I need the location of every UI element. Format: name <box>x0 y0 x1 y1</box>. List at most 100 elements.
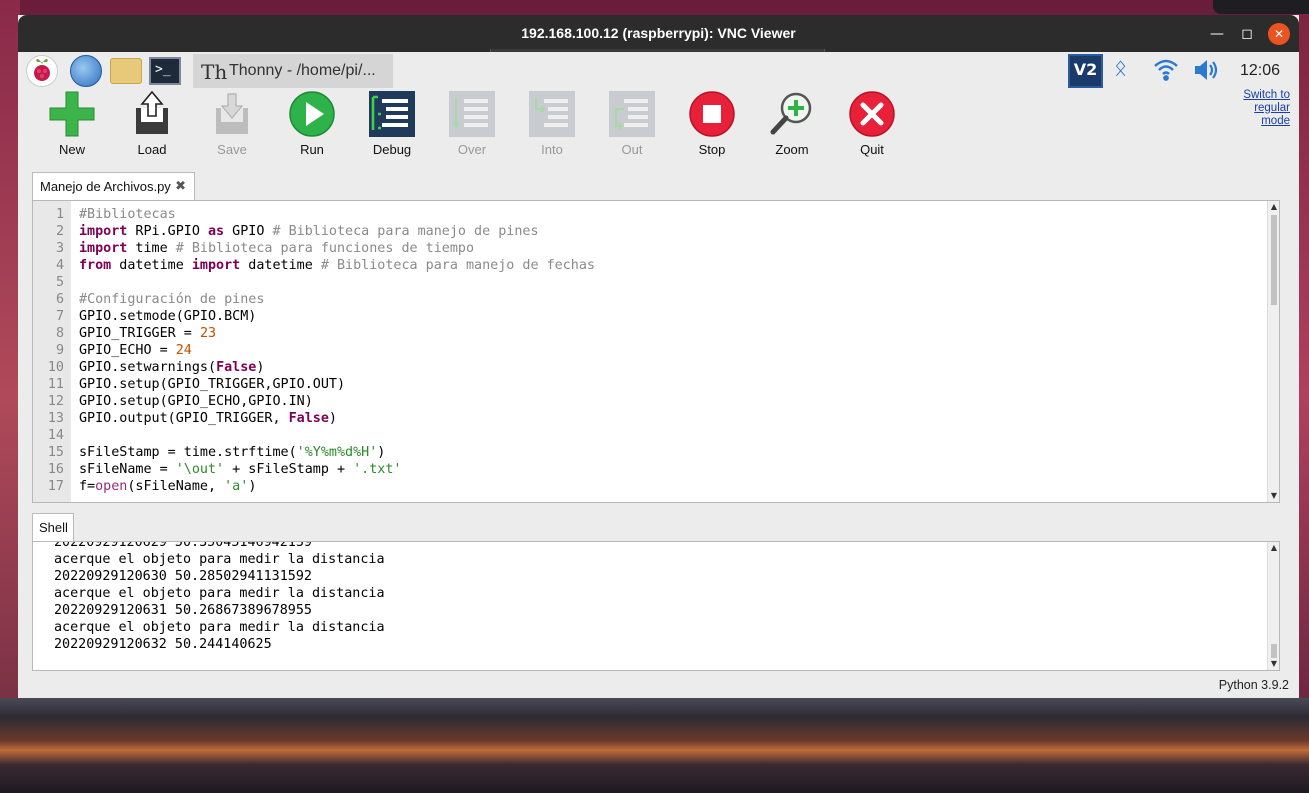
scroll-down-icon[interactable]: ▼ <box>1269 659 1279 669</box>
line-number: 1 <box>55 207 64 222</box>
line-number: 2 <box>55 224 64 239</box>
web-browser-icon[interactable] <box>70 55 102 87</box>
line-number: 15 <box>47 445 64 460</box>
editor-scrollbar[interactable]: ▲ ▼ <box>1267 201 1279 502</box>
stop-icon <box>689 91 735 137</box>
vnc-title-bar[interactable]: 192.168.100.12 (raspberrypi): VNC Viewer… <box>18 15 1299 53</box>
save-button[interactable]: Save <box>197 90 267 160</box>
code-text[interactable]: #Configuración de pines <box>79 291 264 308</box>
code-text[interactable]: GPIO.output(GPIO_TRIGGER, False) <box>79 410 337 427</box>
line-number: 8 <box>55 326 64 341</box>
code-text[interactable]: f=open(sFileName, 'a') <box>79 478 256 495</box>
new-file-icon <box>49 91 95 137</box>
line-number: 4 <box>55 258 64 273</box>
code-text[interactable]: #Bibliotecas <box>79 206 176 223</box>
line-number: 10 <box>47 360 64 375</box>
shell-output-line: acerque el objeto para medir la distanci… <box>54 552 385 567</box>
step-into-icon <box>529 91 575 137</box>
quit-icon <box>849 91 895 137</box>
load-file-icon <box>136 90 168 134</box>
line-number: 12 <box>47 394 64 409</box>
debug-button[interactable]: Debug <box>357 90 427 160</box>
taskbar-thonny-label: Thonny - /home/pi/... <box>229 62 376 79</box>
shell-output-line: 20220929120629 50.35045146942139 <box>54 541 312 550</box>
bluetooth-icon[interactable]: ᛟ <box>1114 56 1127 81</box>
shell-output-line: 20220929120631 50.26867389678955 <box>54 603 312 618</box>
interpreter-status[interactable]: Python 3.9.2 <box>1219 678 1289 692</box>
wifi-icon[interactable] <box>1152 55 1180 83</box>
shell-panel[interactable]: 20220929120629 50.35045146942139 acerque … <box>32 541 1280 671</box>
line-number: 16 <box>47 462 64 477</box>
debug-icon <box>369 91 415 137</box>
step-out-button[interactable]: Out <box>597 90 667 160</box>
file-manager-icon[interactable] <box>110 58 142 84</box>
load-button[interactable]: Load <box>117 90 187 160</box>
step-over-button[interactable]: Over <box>437 90 507 160</box>
line-number: 5 <box>55 275 64 290</box>
code-text[interactable]: GPIO_ECHO = 24 <box>79 342 192 359</box>
thonny-toolbar: New Load Save Run Debug Over Into Out St… <box>18 90 1299 175</box>
volume-icon[interactable] <box>1191 56 1221 84</box>
shell-tab[interactable]: Shell <box>32 513 74 541</box>
code-text[interactable]: GPIO.setwarnings(False) <box>79 359 264 376</box>
close-tab-icon[interactable]: ✖ <box>175 178 186 194</box>
code-text[interactable]: sFileName = '\out' + sFileStamp + '.txt' <box>79 461 402 478</box>
minimize-button[interactable]: — <box>1206 23 1228 45</box>
line-number: 14 <box>47 428 64 443</box>
maximize-button[interactable]: ◻ <box>1236 23 1258 45</box>
shell-output-line: 20220929120632 50.244140625 <box>54 637 272 652</box>
code-text[interactable]: sFileStamp = time.strftime('%Y%m%d%H') <box>79 444 385 461</box>
zoom-button[interactable]: Zoom <box>757 90 827 160</box>
shell-scrollbar-thumb[interactable] <box>1271 644 1277 658</box>
code-text[interactable]: GPIO.setmode(GPIO.BCM) <box>79 308 256 325</box>
pi-taskbar: >_ Th Thonny - /home/pi/... V2 ᛟ 12:06 <box>18 52 1299 90</box>
code-editor[interactable]: 1 #Bibliotecas 2 import RPi.GPIO as GPIO # … <box>32 200 1280 503</box>
shell-output-line: acerque el objeto para medir la distanci… <box>54 586 385 601</box>
window-title: 192.168.100.12 (raspberrypi): VNC Viewer <box>521 25 796 41</box>
shell-output-line: 20220929120630 50.28502941131592 <box>54 569 312 584</box>
stop-button[interactable]: Stop <box>677 90 747 160</box>
run-icon <box>289 91 335 137</box>
shell-scrollbar[interactable]: ▲ ▼ <box>1267 542 1279 670</box>
scroll-down-icon[interactable]: ▼ <box>1269 491 1279 501</box>
clock[interactable]: 12:06 <box>1240 62 1280 80</box>
desktop-top-bar-fragment <box>1213 0 1309 14</box>
editor-tab-manejo-de-archivos[interactable]: Manejo de Archivos.py ✖ <box>32 172 195 200</box>
line-number: 3 <box>55 241 64 256</box>
desktop-background-bottom <box>0 698 1309 793</box>
line-number: 17 <box>47 479 64 494</box>
code-text[interactable]: GPIO.setup(GPIO_ECHO,GPIO.IN) <box>79 393 313 410</box>
vnc-viewer-window: 192.168.100.12 (raspberrypi): VNC Viewer… <box>18 15 1299 698</box>
code-text[interactable]: GPIO_TRIGGER = 23 <box>79 325 216 342</box>
step-over-icon <box>449 91 495 137</box>
editor-tab-label: Manejo de Archivos.py <box>40 179 171 194</box>
code-text[interactable]: GPIO.setup(GPIO_TRIGGER,GPIO.OUT) <box>79 376 345 393</box>
scroll-up-icon[interactable]: ▲ <box>1269 202 1279 212</box>
quit-button[interactable]: Quit <box>837 90 907 160</box>
code-text[interactable]: import RPi.GPIO as GPIO # Biblioteca par… <box>79 223 539 240</box>
close-button[interactable]: ✕ <box>1268 23 1290 45</box>
terminal-icon[interactable]: >_ <box>149 57 181 85</box>
shell-output-line: acerque el objeto para medir la distanci… <box>54 620 385 635</box>
desktop-background-left <box>0 0 20 793</box>
code-text[interactable]: import time # Biblioteca para funciones … <box>79 240 474 257</box>
scroll-up-icon[interactable]: ▲ <box>1269 543 1279 553</box>
step-out-icon <box>609 91 655 137</box>
code-text[interactable]: from datetime import datetime # Bibliote… <box>79 257 595 274</box>
vnc-tray-icon[interactable]: V2 <box>1068 54 1103 88</box>
line-number: 7 <box>55 309 64 324</box>
switch-to-regular-mode-link[interactable]: Switch to regular mode <box>1228 89 1290 128</box>
step-into-button[interactable]: Into <box>517 90 587 160</box>
line-number: 9 <box>55 343 64 358</box>
save-file-icon <box>216 93 248 134</box>
line-number: 13 <box>47 411 64 426</box>
run-button[interactable]: Run <box>277 90 347 160</box>
line-number: 6 <box>55 292 64 307</box>
new-button[interactable]: New <box>37 90 107 160</box>
zoom-icon <box>770 92 812 135</box>
editor-scrollbar-thumb[interactable] <box>1271 215 1277 305</box>
taskbar-thonny-button[interactable]: Th Thonny - /home/pi/... <box>193 54 393 88</box>
thonny-icon: Th <box>201 60 228 84</box>
line-number: 11 <box>47 377 64 392</box>
raspberry-menu-icon[interactable] <box>26 55 58 87</box>
